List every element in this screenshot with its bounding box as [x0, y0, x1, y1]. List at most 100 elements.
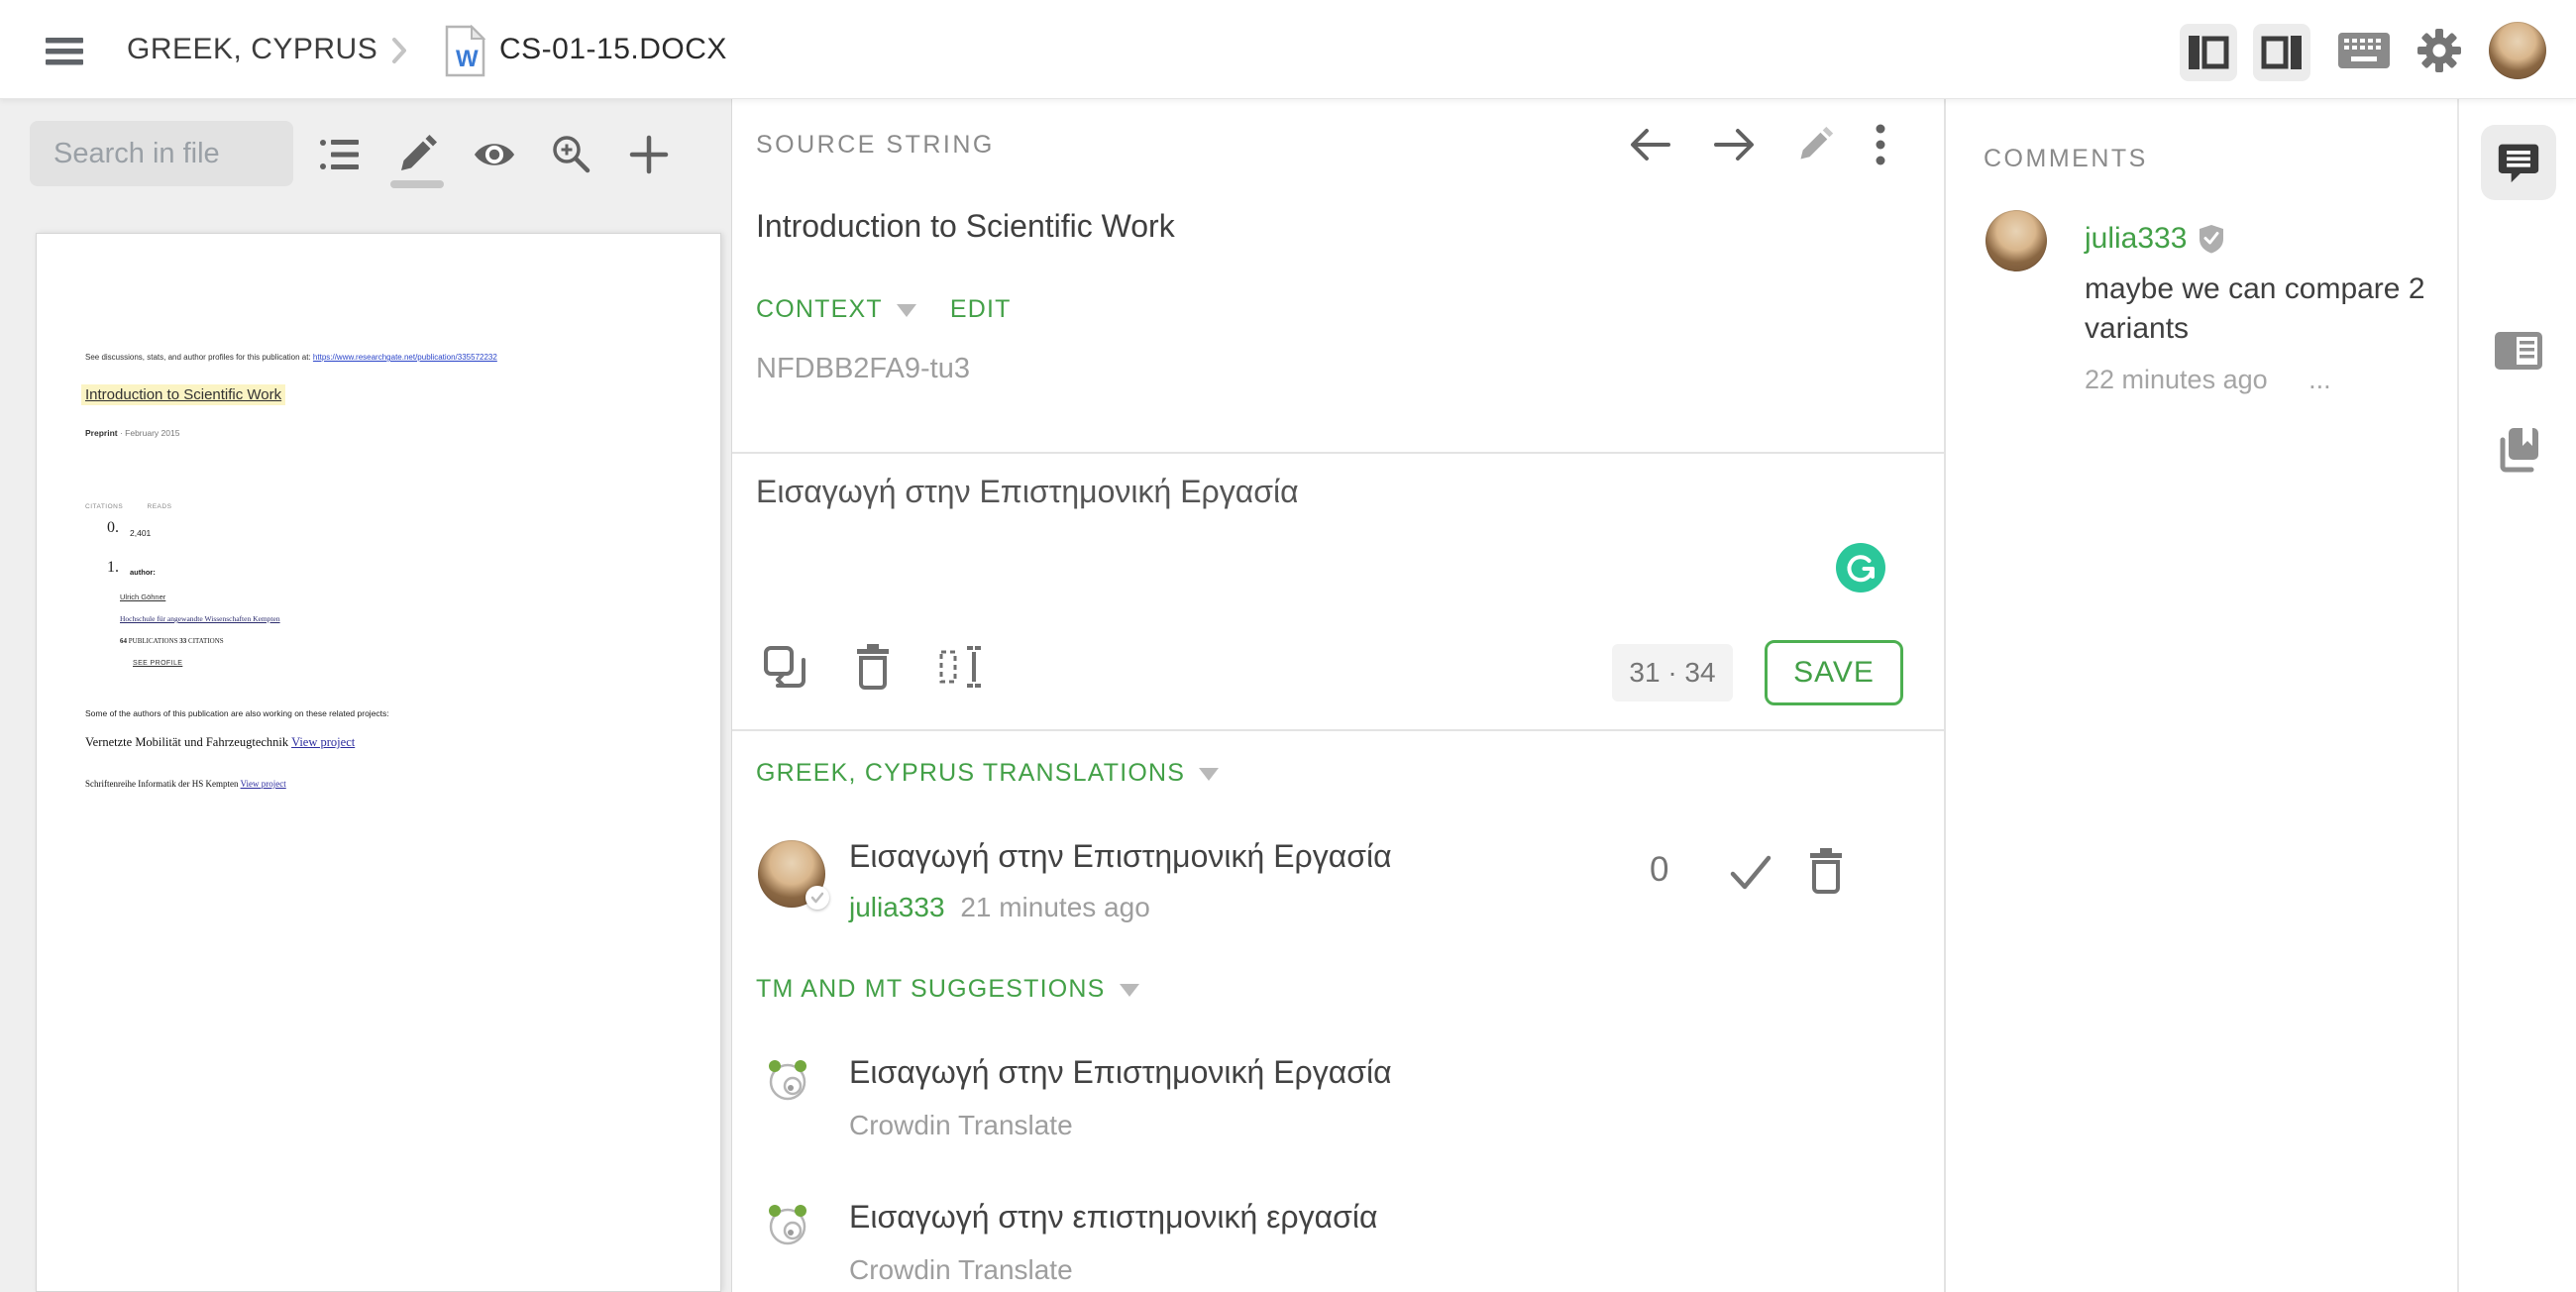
translation-byline: julia333 21 minutes ago [849, 892, 1150, 923]
select-text-icon[interactable] [938, 644, 990, 690]
doc-list-number-0: 0. [107, 519, 119, 536]
breadcrumb-file[interactable]: CS-01-15.DOCX [499, 33, 727, 66]
panda-icon [764, 1056, 811, 1109]
keyboard-icon[interactable] [2338, 33, 2390, 68]
breadcrumb-chevron-icon [388, 36, 410, 70]
document-preview-page: See discussions, stats, and author profi… [36, 233, 721, 1292]
doc-active-string-highlight[interactable]: Introduction to Scientific Work [81, 384, 286, 405]
context-edit-button[interactable]: EDIT [950, 295, 1012, 324]
divider [732, 452, 1944, 454]
comment-icon [2498, 144, 2539, 183]
translations-section-header[interactable]: GREEK, CYPRUS TRANSLATIONS [756, 759, 1185, 788]
doc-project2-line: Schriftenreihe Informatik der HS Kempten… [85, 779, 286, 789]
delete-translation-icon[interactable] [1808, 848, 1844, 894]
translation-input[interactable]: Εισαγωγή στην Επιστημονική Εργασία [756, 474, 1747, 510]
gear-icon[interactable] [2415, 27, 2463, 74]
comment-meta: 22 minutes ago ... [2085, 365, 2331, 395]
caret-down-icon [1119, 984, 1139, 997]
edit-source-button[interactable] [1795, 125, 1835, 164]
eye-icon[interactable] [473, 133, 516, 176]
user-avatar[interactable] [2489, 22, 2546, 79]
comment-more-button[interactable]: ... [2308, 365, 2331, 394]
suggestion-text[interactable]: Εισαγωγή στην επιστημονική εργασία [849, 1199, 1377, 1236]
doc-see-profile-link[interactable]: SEE PROFILE [133, 660, 182, 667]
doc-pub-count: 64 [120, 637, 127, 645]
doc-intro-text: See discussions, stats, and author profi… [85, 353, 311, 362]
books-icon [2500, 428, 2538, 473]
right-sidebar [2457, 99, 2576, 1292]
zoom-in-icon[interactable] [550, 133, 593, 176]
doc-author-stats: 64 PUBLICATIONS 33 CITATIONS [120, 637, 224, 645]
panda-icon [764, 1201, 811, 1253]
search-input[interactable] [30, 121, 293, 186]
menu-icon[interactable] [44, 36, 87, 67]
doc-stats-labels: CITATIONS READS [85, 503, 171, 510]
add-icon[interactable] [627, 133, 671, 176]
panel-right-toggle-button[interactable] [2253, 24, 2310, 81]
comments-tab-button[interactable] [2481, 125, 2556, 200]
clear-translation-icon[interactable] [855, 644, 891, 690]
doc-intro-link[interactable]: https://www.researchgate.net/publication… [313, 353, 497, 362]
doc-citations-label: CITATIONS [85, 503, 124, 510]
comment-time: 22 minutes ago [2085, 365, 2268, 394]
vote-count: 0 [1650, 850, 1669, 889]
edit-mode-active-indicator [390, 180, 444, 188]
arrow-right-icon [1714, 129, 1754, 161]
translation-time: 21 minutes ago [960, 892, 1150, 922]
doc-cit-label: CITATIONS [188, 637, 224, 645]
copy-source-icon[interactable] [762, 644, 807, 690]
doc-type-label: Preprint [85, 428, 118, 438]
panel-left-icon [2189, 36, 2229, 69]
doc-author-label: author: [130, 568, 156, 577]
doc-project2-text: Schriftenreihe Informatik der HS Kempten [85, 779, 239, 789]
strings-list-icon[interactable] [318, 133, 362, 176]
glossary-tab-button[interactable] [2481, 412, 2556, 487]
edit-mode-icon[interactable] [395, 133, 439, 176]
previous-string-button[interactable] [1629, 125, 1672, 164]
approve-check-icon[interactable] [1729, 854, 1772, 892]
context-tab-button[interactable] [2481, 321, 2556, 380]
breadcrumb-project[interactable]: GREEK, CYPRUS [127, 33, 377, 66]
next-string-button[interactable] [1712, 125, 1756, 164]
top-bar: GREEK, CYPRUS W CS-01-15.DOCX [0, 0, 2576, 99]
doc-project1-link[interactable]: View project [291, 735, 355, 749]
card-icon [2495, 332, 2542, 370]
comment-author-link[interactable]: julia333 [2085, 222, 2187, 256]
panel-left-toggle-button[interactable] [2180, 24, 2237, 81]
arrow-left-icon [1631, 129, 1670, 161]
panel-right-icon [2261, 36, 2302, 69]
divider [732, 729, 1944, 731]
doc-reads-value: 2,401 [130, 528, 152, 538]
doc-type-line: Preprint · February 2015 [85, 428, 179, 438]
doc-project1-text: Vernetzte Mobilität und Fahrzeugtechnik [85, 735, 289, 749]
pencil-icon [1800, 126, 1834, 160]
translation-text[interactable]: Εισαγωγή στην Επιστημονική Εργασία [849, 838, 1392, 875]
context-toggle[interactable]: CONTEXT [756, 295, 883, 324]
translator-badge-icon [805, 886, 829, 910]
doc-author-link[interactable]: Ulrich Göhner [120, 592, 165, 601]
file-preview-panel: See discussions, stats, and author profi… [0, 99, 731, 1292]
suggestion-text[interactable]: Εισαγωγή στην Επιστημονική Εργασία [849, 1054, 1392, 1091]
translation-author-link[interactable]: julia333 [849, 892, 945, 922]
source-string-text: Introduction to Scientific Work [756, 208, 1175, 244]
caret-down-icon [896, 304, 916, 317]
doc-pub-label: PUBLICATIONS [128, 637, 178, 645]
grammarly-icon[interactable] [1836, 543, 1885, 592]
translation-author-avatar [758, 840, 829, 910]
suggestion-provider: Crowdin Translate [849, 1254, 1073, 1285]
kebab-menu-icon[interactable] [1875, 123, 1886, 166]
svg-text:W: W [456, 46, 479, 72]
source-string-label: SOURCE STRING [756, 131, 995, 159]
suggestions-section-header[interactable]: TM AND MT SUGGESTIONS [756, 975, 1106, 1004]
doc-intro-line: See discussions, stats, and author profi… [85, 353, 497, 362]
comments-header: COMMENTS [1984, 145, 2148, 172]
doc-cit-count: 33 [179, 637, 187, 645]
doc-affiliation-link[interactable]: Hochschule für angewandte Wissenschaften… [120, 614, 280, 623]
save-button[interactable]: SAVE [1765, 640, 1903, 705]
comments-panel: COMMENTS julia333 maybe we can compare 2… [1944, 99, 2457, 1292]
word-file-icon: W [443, 24, 486, 82]
context-value: NFDBB2FA9-tu3 [756, 353, 970, 384]
doc-project2-link[interactable]: View project [241, 779, 286, 789]
doc-list-number-1: 1. [107, 559, 119, 576]
doc-related-note: Some of the authors of this publication … [85, 708, 389, 718]
